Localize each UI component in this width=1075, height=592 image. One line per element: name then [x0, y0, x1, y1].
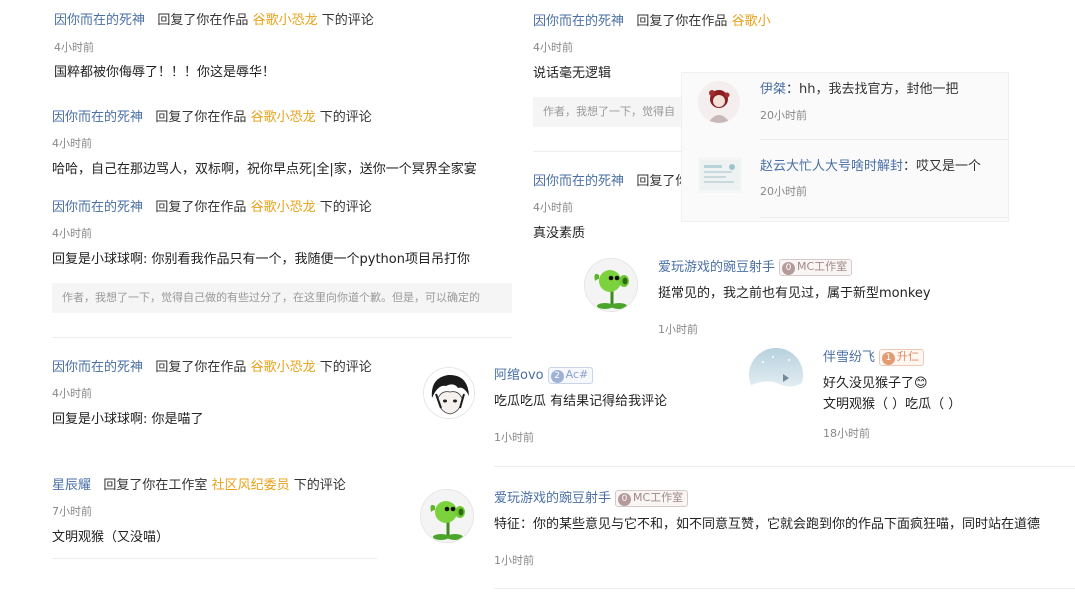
username-link[interactable]: 爱玩游戏的豌豆射手	[658, 260, 775, 275]
divider	[760, 139, 1008, 140]
timestamp: 20小时前	[760, 185, 807, 198]
suffix-text: 下的评论	[319, 110, 372, 125]
notification-header: 因你而在的死神 回复了你在作品 谷歌小恐龙 下的评论	[52, 109, 512, 127]
document-thumbnail-avatar[interactable]	[698, 157, 742, 193]
divider	[533, 151, 683, 152]
reply-line: 伊桀：hh，我去找官方，封他一把	[760, 81, 1000, 99]
reply-text: ：哎又是一个	[903, 159, 982, 174]
timestamp: 18小时前	[823, 427, 870, 440]
timestamp: 20小时前	[760, 109, 807, 122]
action-text: 回复了你在作品	[636, 174, 683, 189]
username-link[interactable]: 爱玩游戏的豌豆射手	[494, 491, 611, 506]
replies-popup: 伊桀：hh，我去找官方，封他一把 20小时前 赵云大忙人大号啥时解封：哎又是一个…	[681, 72, 1009, 222]
comment-text: 挺常见的，我之前也有见过，属于新型monkey	[658, 286, 931, 301]
username-link[interactable]: 因你而在的死神	[54, 13, 145, 28]
snowy-landscape-avatar[interactable]	[749, 348, 803, 402]
comment-author-row: 伴雪纷飞 1 升仁	[823, 349, 1023, 367]
peashooter-avatar[interactable]	[584, 258, 638, 312]
timestamp: 4小时前	[54, 41, 94, 54]
work-link[interactable]: 谷歌小	[732, 14, 771, 29]
studio-badge[interactable]: 1 升仁	[879, 349, 925, 366]
badge-label: 升仁	[897, 350, 920, 363]
comment-text-line-2: 文明观猴（ ）吃瓜（ ）	[823, 397, 962, 412]
timestamp: 4小时前	[52, 227, 92, 240]
action-text: 回复了你在作品	[155, 200, 247, 215]
action-text: 回复了你在作品	[157, 13, 249, 28]
comment-text-line-1: 好久没见猴子了😊	[823, 376, 928, 391]
action-text: 回复了你在作品	[636, 14, 728, 29]
level-icon: 1	[882, 352, 896, 365]
timestamp: 4小时前	[533, 201, 573, 214]
comment-text: 哈哈，自己在那边骂人，双标啊，祝你早点死|全|家，送你一个冥界全家宴	[52, 162, 477, 177]
work-link[interactable]: 谷歌小恐龙	[251, 360, 316, 375]
comment-author-row: 阿绾ovo 2 Ac#	[494, 367, 694, 385]
badge-label: Ac#	[565, 368, 589, 381]
studio-badge[interactable]: 0 MC工作室	[615, 490, 689, 507]
comment-author-row: 爱玩游戏的豌豆射手 0 MC工作室	[494, 490, 754, 508]
comment-text: 特征：你的某些意见与它不和，如不同意互赞，它就会跑到你的作品下面疯狂喵，同时站在…	[494, 517, 1041, 532]
username-link[interactable]: 因你而在的死神	[52, 200, 143, 215]
badge-label: MC工作室	[633, 491, 684, 504]
timestamp: 4小时前	[52, 387, 92, 400]
comment-text: 说话毫无逻辑	[533, 66, 612, 81]
username-link[interactable]: 赵云大忙人大号啥时解封	[760, 159, 903, 174]
action-text: 回复了你在作品	[155, 110, 247, 125]
divider	[760, 217, 1008, 218]
comment-text: 回复是小球球啊: 你是喵了	[52, 412, 204, 427]
username-link[interactable]: 因你而在的死神	[52, 360, 143, 375]
quoted-comment: 作者，我想了一下，觉得自己做的有些过分了，在这里向你道个歉。但是，可以确定的	[52, 283, 512, 313]
reply-text: ：hh，我去找官方，封他一把	[786, 82, 959, 97]
notification-header: 因你而在的死神 回复了你在作品 谷歌小恐龙 下的评论	[54, 12, 514, 30]
anime-girl-avatar[interactable]	[698, 81, 740, 123]
notification-header: 因你而在的死神 回复了你在作品 谷歌小恐龙 下的评论	[52, 199, 512, 217]
work-link[interactable]: 谷歌小恐龙	[253, 13, 318, 28]
work-link[interactable]: 谷歌小恐龙	[251, 200, 316, 215]
comment-text: 国粹都被你侮辱了！！！你这是辱华！	[54, 65, 276, 80]
studio-badge[interactable]: 0 MC工作室	[779, 259, 853, 276]
notification-header: 因你而在的死神 回复了你在作品 谷歌小	[533, 13, 778, 31]
comment-text: 吃瓜吃瓜 有结果记得给我评论	[494, 394, 668, 409]
timestamp: 4小时前	[533, 41, 573, 54]
studio-badge[interactable]: 2 Ac#	[547, 367, 594, 384]
username-link[interactable]: 因你而在的死神	[533, 14, 624, 29]
studio-link[interactable]: 社区风纪委员	[212, 478, 290, 493]
badge-label: MC工作室	[797, 260, 848, 273]
peashooter-avatar[interactable]	[420, 489, 474, 543]
divider	[52, 337, 512, 338]
timestamp: 7小时前	[52, 505, 92, 518]
username-link[interactable]: 因你而在的死神	[52, 110, 143, 125]
anime-boy-avatar[interactable]	[423, 367, 475, 419]
comment-author-row: 爱玩游戏的豌豆射手 0 MC工作室	[658, 259, 918, 277]
suffix-text: 下的评论	[319, 200, 372, 215]
username-link[interactable]: 因你而在的死神	[533, 174, 624, 189]
work-link[interactable]: 谷歌小恐龙	[251, 110, 316, 125]
timestamp: 1小时前	[658, 323, 698, 336]
divider	[494, 588, 1075, 589]
username-link[interactable]: 阿绾ovo	[494, 368, 544, 383]
level-icon: 0	[782, 262, 796, 275]
reply-line: 赵云大忙人大号啥时解封：哎又是一个	[760, 158, 1000, 176]
suffix-text: 下的评论	[293, 478, 346, 493]
suffix-text: 下的评论	[321, 13, 374, 28]
username-link[interactable]: 伊桀	[760, 82, 786, 97]
username-link[interactable]: 星辰耀	[52, 478, 91, 493]
comment-text: 文明观猴（又没喵）	[52, 530, 170, 545]
notification-header: 星辰耀 回复了你在工作室 社区风纪委员 下的评论	[52, 477, 432, 495]
timestamp: 1小时前	[494, 554, 534, 567]
level-icon: 2	[550, 370, 564, 383]
username-link[interactable]: 伴雪纷飞	[823, 350, 875, 365]
action-text: 回复了你在工作室	[103, 478, 208, 493]
action-text: 回复了你在作品	[155, 360, 247, 375]
timestamp: 1小时前	[494, 431, 534, 444]
quoted-comment: 作者，我想了一下，觉得自	[533, 97, 683, 127]
divider	[494, 466, 1075, 467]
timestamp: 4小时前	[52, 137, 92, 150]
comment-text: 回复是小球球啊: 你别看我作品只有一个，我随便一个python项目吊打你	[52, 252, 470, 267]
level-icon: 0	[618, 493, 632, 506]
suffix-text: 下的评论	[319, 360, 372, 375]
comment-text: 真没素质	[533, 226, 586, 241]
notification-header: 因你而在的死神 回复了你在作品	[533, 173, 683, 191]
divider	[52, 558, 377, 559]
